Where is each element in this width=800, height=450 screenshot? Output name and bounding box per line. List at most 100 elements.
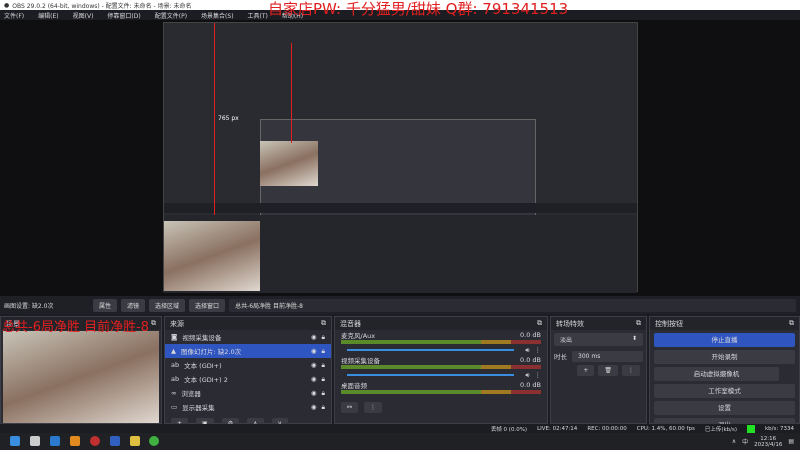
live-timer: LIVE: 02:47:14	[537, 425, 578, 432]
menu-view[interactable]: 视图(V)	[73, 11, 94, 20]
menu-dots-icon[interactable]: ⋮	[535, 346, 542, 354]
duration-input[interactable]: 300 ms	[572, 350, 643, 362]
undock-icon[interactable]: ⧉	[537, 319, 542, 328]
select-region-button[interactable]: 选择区域	[149, 298, 186, 312]
trash-icon[interactable]: 🗑︎	[598, 364, 618, 376]
notification-icon[interactable]: ▤	[788, 438, 794, 445]
bitrate: kb/s: 7334	[765, 425, 794, 432]
stop-streaming-button[interactable]: 停止直播	[654, 333, 795, 347]
undock-icon[interactable]: ⧉	[636, 319, 641, 328]
menu-edit[interactable]: 编辑(E)	[38, 11, 58, 20]
text-icon: ab	[171, 375, 180, 383]
edge-icon[interactable]	[49, 435, 60, 446]
channel-name: 麦克风/Aux	[341, 331, 376, 340]
lock-icon[interactable]: 🔒︎	[322, 389, 325, 398]
lock-icon[interactable]: 🔒︎	[322, 375, 325, 384]
rec-timer: REC: 00:00:00	[587, 425, 627, 432]
link-icon: ∞	[171, 389, 177, 397]
channel-db: 0.0 dB	[520, 330, 541, 339]
lock-icon[interactable]: 🔒︎	[322, 333, 325, 342]
menu-file[interactable]: 文件(F)	[4, 11, 24, 20]
app-icon[interactable]	[109, 435, 120, 446]
virtual-camera-button[interactable]: 启动虚拟摄像机	[654, 367, 779, 381]
undock-icon[interactable]: ⧉	[789, 319, 794, 328]
transitions-dock: 转场特效 ⧉ 淡出 ⬍ 时长 300 ms + 🗑︎ ⋮	[550, 316, 647, 424]
undock-icon[interactable]: ⧉	[151, 319, 156, 328]
source-item[interactable]: ◙ 视频采集设备 ◉ 🔒︎	[165, 330, 331, 344]
webcam-overlay	[3, 331, 159, 423]
eye-icon[interactable]: ◉	[311, 347, 317, 355]
connection-indicator	[747, 424, 755, 433]
folder-icon[interactable]	[129, 435, 140, 446]
filters-button[interactable]: 滤镜	[121, 298, 146, 312]
source-item[interactable]: ab 文本 (GDI+) ◉ 🔒︎	[165, 358, 331, 372]
eye-icon[interactable]: ◉	[311, 333, 317, 341]
dropped-frames: 丢帧 0 (0.0%)	[490, 426, 528, 433]
text-icon: ab	[171, 361, 180, 369]
channel-db: 0.0 dB	[520, 380, 541, 389]
start-recording-button[interactable]: 开始录制	[654, 350, 795, 364]
ime-indicator[interactable]: 中	[742, 437, 748, 446]
watermark: 自家店PW: 千分猛男/甜妹 Q群: 791341513	[268, 0, 569, 18]
windows-start-icon[interactable]	[10, 435, 20, 446]
properties-button[interactable]: 属性	[93, 298, 118, 312]
eye-icon[interactable]: ◉	[311, 361, 317, 369]
status-bar: 丢帧 0 (0.0%) LIVE: 02:47:14 REC: 00:00:00…	[0, 424, 800, 433]
clock[interactable]: 12:16 2023/4/16	[754, 436, 782, 448]
menu-dots-icon[interactable]: ⋮	[622, 364, 640, 376]
menu-dots-icon[interactable]: ⋮	[535, 371, 542, 379]
chrome-icon[interactable]	[149, 435, 160, 446]
add-icon[interactable]: +	[577, 364, 595, 376]
link-icon[interactable]: ⚯	[341, 401, 359, 413]
camera-icon: ◙	[171, 333, 178, 341]
source-item[interactable]: ∞ 浏览器 ◉ 🔒︎	[165, 386, 331, 400]
eye-icon[interactable]: ◉	[311, 403, 317, 411]
text-field[interactable]: 总共-6局净胜 目前净胜-8	[229, 298, 796, 312]
settings-button[interactable]: 设置	[654, 401, 795, 415]
measure-label: 765 px	[218, 115, 239, 122]
nested-preview: 765 px	[163, 22, 638, 293]
studio-mode-button[interactable]: 工作室模式	[654, 384, 795, 398]
transitions-title: 转场特效	[556, 320, 584, 328]
transition-select[interactable]: 淡出 ⬍	[554, 333, 643, 346]
undock-icon[interactable]: ⧉	[321, 319, 326, 328]
search-icon[interactable]	[29, 435, 40, 446]
menu-profile[interactable]: 配置文件(P)	[155, 11, 187, 20]
lock-icon[interactable]: 🔒︎	[322, 403, 325, 412]
bitrate-label: 已上传(kb/s)	[704, 426, 737, 433]
cpu-fps: CPU: 1.4%, 60.00 fps	[636, 425, 695, 432]
monitor-icon: ▭	[171, 403, 178, 411]
menu-dots-icon[interactable]: ⋮	[364, 401, 383, 413]
tray-chevron-icon[interactable]: ∧	[732, 438, 736, 445]
source-item[interactable]: ▲ 图像幻灯片: 缺2.0次 ◉ 🔒︎	[165, 344, 331, 358]
lock-icon[interactable]: 🔒︎	[322, 347, 325, 356]
volume-meter	[341, 365, 541, 369]
source-item[interactable]: ab 文本 (GDI+) 2 ◉ 🔒︎	[165, 372, 331, 386]
eye-icon[interactable]: ◉	[311, 389, 317, 397]
volume-slider[interactable]	[347, 374, 515, 376]
channel-name: 视频采集设备	[341, 356, 380, 365]
select-window-button[interactable]: 选择窗口	[189, 298, 226, 312]
mixer-dock: 混音器 ⧉ 麦克风/Aux 0.0 dB 🔊︎ ⋮ 视频采集设备 0.0 dB 🔊︎ ⋮ …	[334, 316, 548, 424]
speaker-icon[interactable]: 🔊︎	[525, 371, 529, 380]
menu-docks[interactable]: 停靠窗口(D)	[107, 11, 140, 20]
controls-title: 控制按钮	[655, 320, 683, 328]
controls-dock: 控制按钮⧉ 停止直播 开始录制 启动虚拟摄像机 工作室模式 设置 退出	[649, 316, 800, 432]
channel-db: 0.0 dB	[520, 355, 541, 364]
menu-tools[interactable]: 工具(T)	[248, 11, 268, 20]
app-icon[interactable]	[69, 435, 80, 446]
volume-slider[interactable]	[347, 349, 515, 351]
source-item[interactable]: ▭ 显示器采集 ◉ 🔒︎	[165, 400, 331, 414]
score-overlay: 总共-6局净胜 目前净胜-8	[2, 320, 150, 335]
menu-scene-collection[interactable]: 场景集合(S)	[201, 11, 234, 20]
nested-camera	[164, 221, 260, 291]
eye-icon[interactable]: ◉	[311, 375, 317, 383]
speaker-icon[interactable]: 🔊︎	[525, 346, 529, 355]
duration-label: 时长	[554, 353, 567, 361]
volume-meter	[341, 340, 541, 344]
lock-icon[interactable]: 🔒︎	[322, 361, 325, 370]
selected-source-label: 画图设置: 缺2.0次	[4, 302, 54, 310]
window-title: OBS 29.0.2 (64-bit, windows) - 配置文件: 未命名…	[12, 2, 192, 10]
obs-icon[interactable]	[89, 435, 100, 446]
image-icon: ▲	[171, 347, 176, 355]
